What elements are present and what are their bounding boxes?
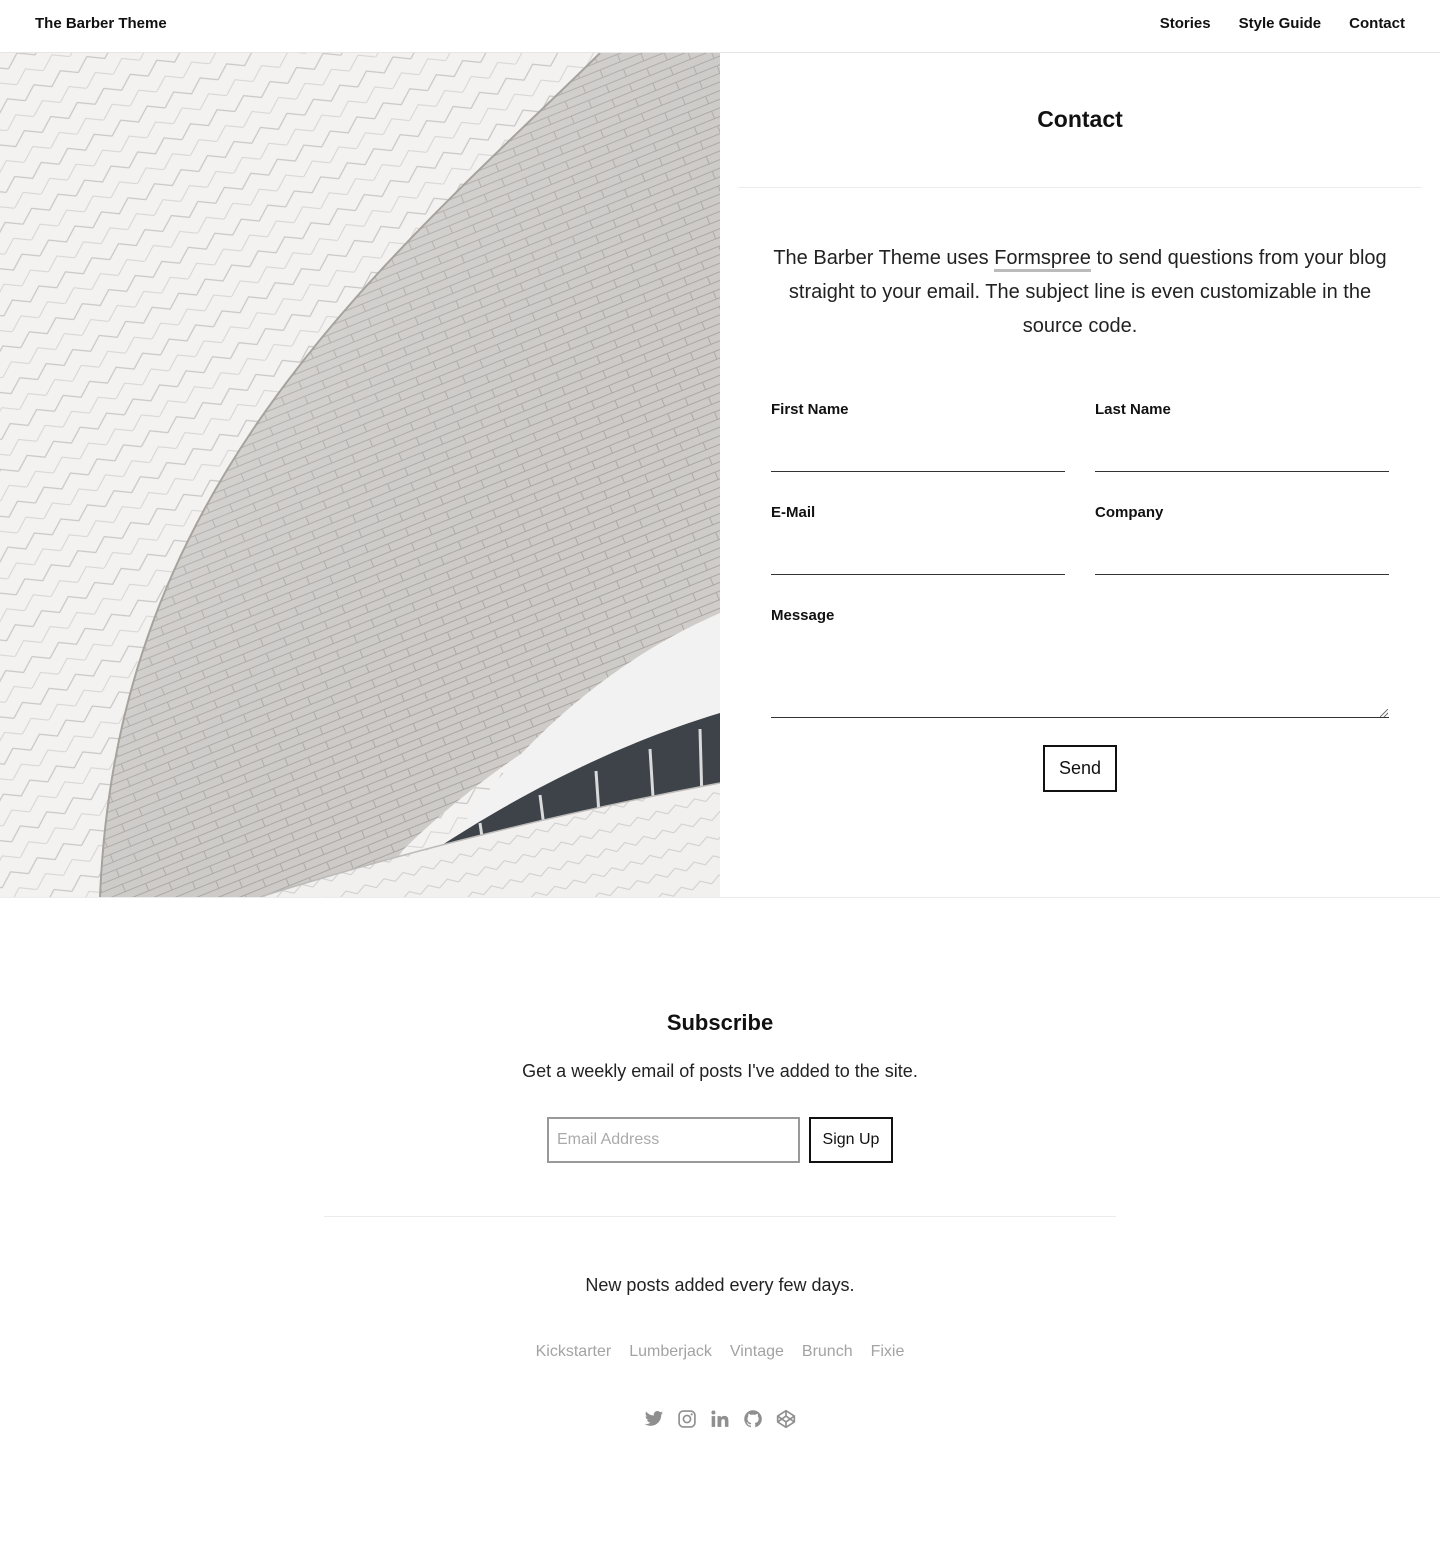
sign-up-button[interactable]: Sign Up — [809, 1117, 893, 1163]
instagram-link[interactable] — [677, 1408, 698, 1430]
message-field: Message — [771, 607, 1389, 719]
company-label: Company — [1095, 504, 1164, 521]
company-underline — [1095, 574, 1389, 575]
tag-link-vintage[interactable]: Vintage — [730, 1343, 784, 1361]
footer-divider — [324, 1216, 1116, 1217]
last-name-input[interactable] — [1095, 439, 1389, 469]
linkedin-link[interactable] — [710, 1408, 731, 1430]
github-icon — [744, 1410, 762, 1428]
social-links — [0, 1408, 1440, 1430]
page-title: Contact — [1037, 106, 1123, 132]
last-name-label: Last Name — [1095, 401, 1171, 418]
message-label: Message — [771, 607, 835, 624]
main-nav: Stories Style Guide Contact — [1160, 15, 1405, 32]
contact-intro: The Barber Theme uses Formspree to send … — [770, 241, 1390, 343]
title-divider — [738, 187, 1422, 188]
nav-link-stories[interactable]: Stories — [1160, 15, 1211, 32]
email-field: E-Mail — [771, 504, 1065, 576]
instagram-icon — [678, 1410, 696, 1428]
linkedin-icon — [711, 1410, 729, 1427]
formspree-link[interactable]: Formspree — [994, 247, 1091, 272]
textarea-resize-handle[interactable] — [1380, 709, 1388, 717]
message-underline — [771, 717, 1389, 718]
contact-section: Contact The Barber Theme uses Formspree … — [720, 53, 1440, 897]
tag-link-fixie[interactable]: Fixie — [871, 1343, 905, 1361]
first-name-input[interactable] — [771, 439, 1065, 469]
codepen-link[interactable] — [776, 1408, 797, 1430]
first-name-label: First Name — [771, 401, 849, 418]
codepen-icon — [776, 1409, 796, 1429]
message-textarea[interactable] — [771, 637, 1389, 717]
footer-tags: Kickstarter Lumberjack Vintage Brunch Fi… — [0, 1343, 1440, 1361]
footer-note: New posts added every few days. — [585, 1275, 855, 1295]
company-input[interactable] — [1095, 542, 1389, 572]
subscribe-title: Subscribe — [666, 1010, 774, 1035]
subscribe-email-input[interactable] — [547, 1117, 800, 1163]
tag-link-brunch[interactable]: Brunch — [802, 1343, 853, 1361]
email-input[interactable] — [771, 542, 1065, 572]
last-name-field: Last Name — [1095, 401, 1389, 473]
site-header: The Barber Theme Stories Style Guide Con… — [0, 0, 1440, 53]
tag-link-kickstarter[interactable]: Kickstarter — [536, 1343, 612, 1361]
nav-link-contact[interactable]: Contact — [1349, 15, 1405, 32]
section-divider — [0, 897, 1440, 898]
first-name-field: First Name — [771, 401, 1065, 473]
subscribe-description: Get a weekly email of posts I've added t… — [522, 1061, 918, 1081]
nav-link-style-guide[interactable]: Style Guide — [1239, 15, 1322, 32]
tag-link-lumberjack[interactable]: Lumberjack — [629, 1343, 712, 1361]
site-brand-link[interactable]: The Barber Theme — [35, 15, 167, 32]
intro-text-before: The Barber Theme uses — [773, 247, 995, 269]
email-label: E-Mail — [771, 504, 816, 521]
last-name-underline — [1095, 471, 1389, 472]
company-field: Company — [1095, 504, 1389, 576]
hero-photo — [0, 53, 720, 897]
send-button[interactable]: Send — [1043, 745, 1117, 792]
first-name-underline — [771, 471, 1065, 472]
twitter-link[interactable] — [644, 1408, 665, 1430]
tiled-building-photo — [0, 53, 720, 897]
github-link[interactable] — [743, 1408, 764, 1430]
twitter-icon — [644, 1411, 664, 1426]
email-underline — [771, 574, 1065, 575]
